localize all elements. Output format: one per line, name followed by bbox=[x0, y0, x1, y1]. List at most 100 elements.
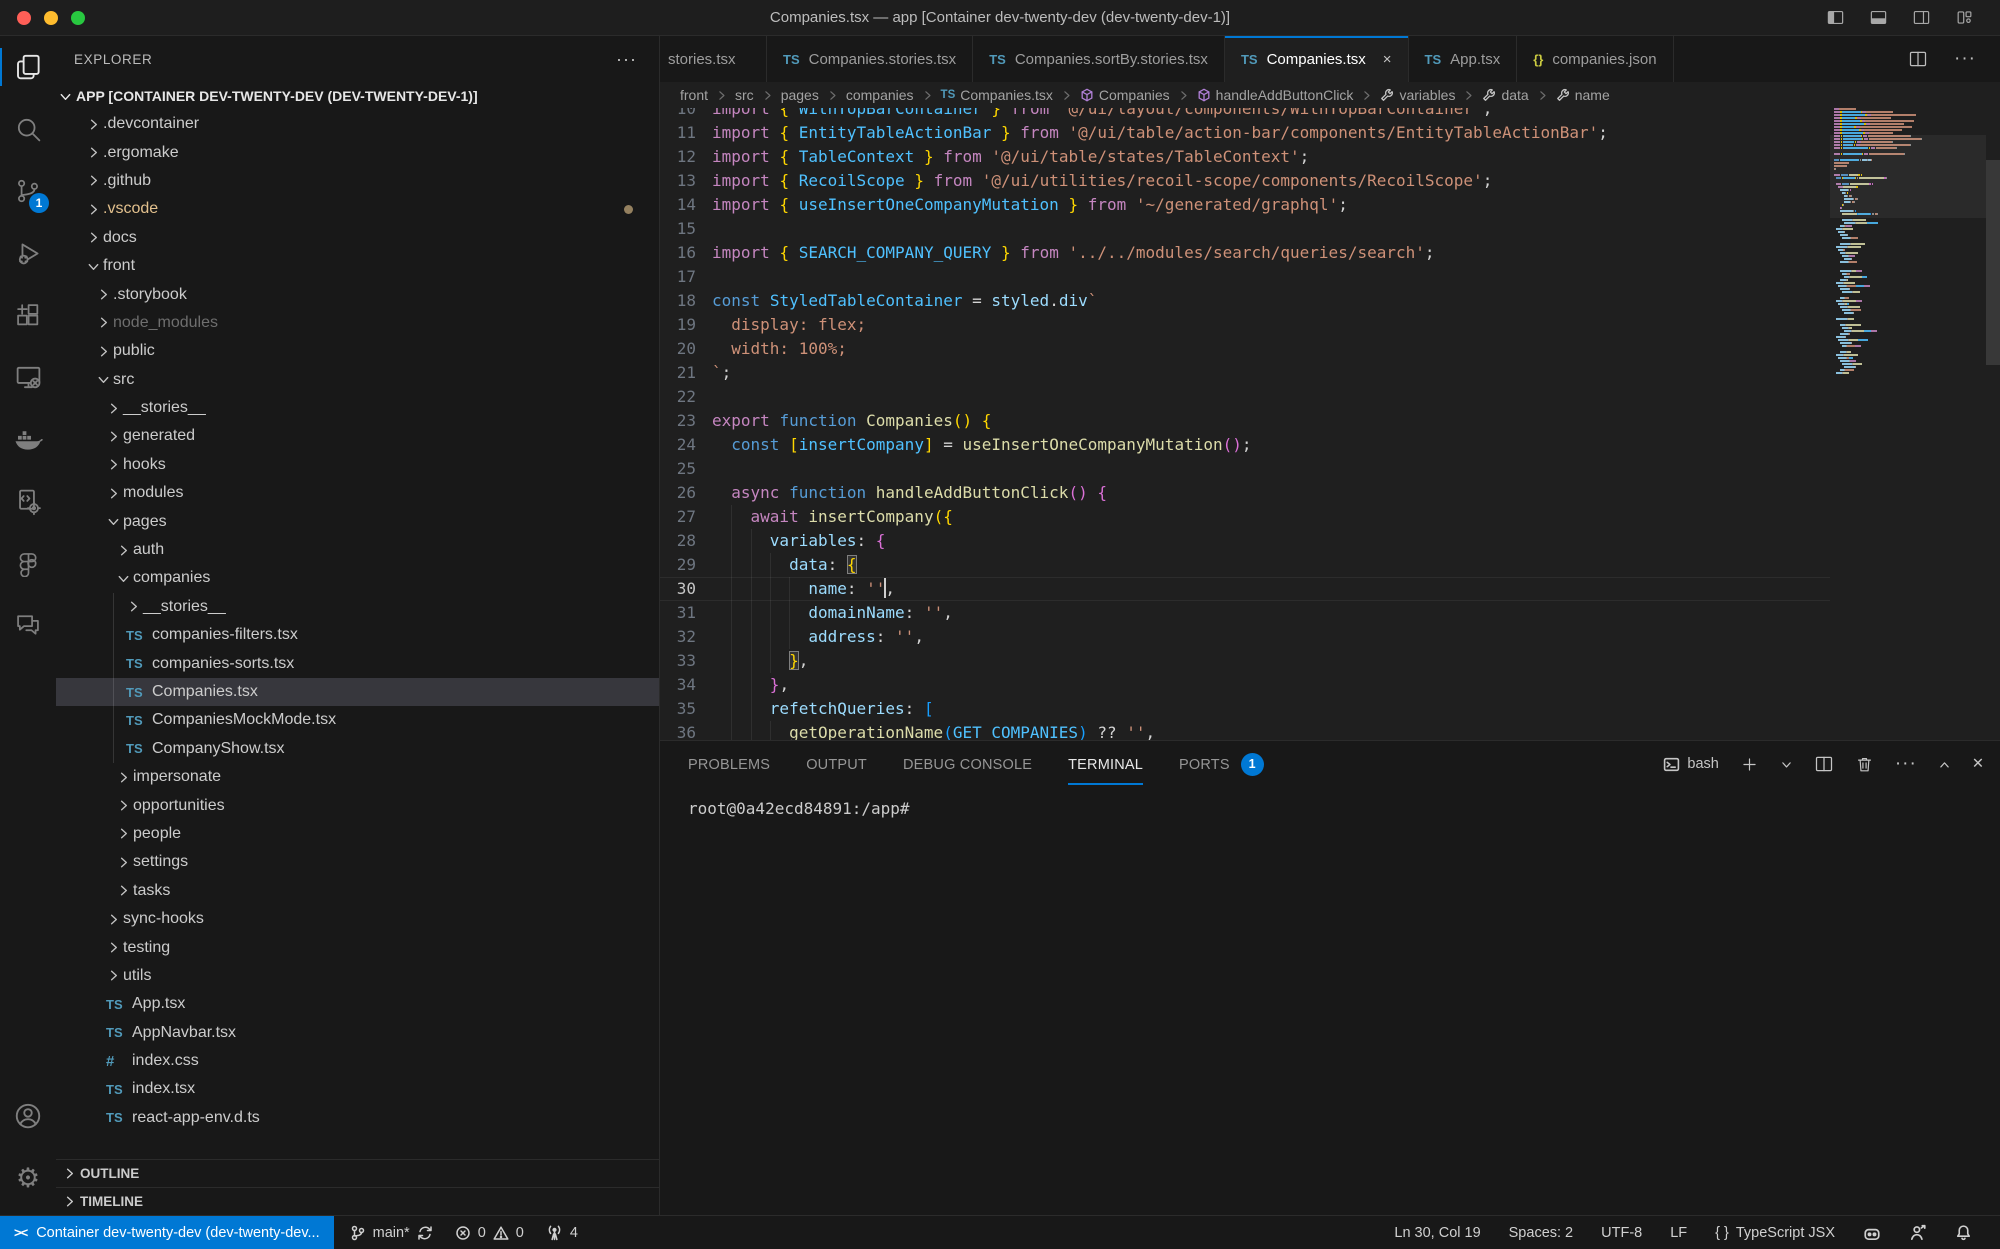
breadcrumb-item-name[interactable]: name bbox=[1556, 87, 1610, 103]
tree-item--ergomake[interactable]: .ergomake bbox=[56, 138, 659, 166]
explorer-section-header[interactable]: APP [CONTAINER DEV-TWENTY-DEV (DEV-TWENT… bbox=[56, 82, 659, 110]
code-line-11[interactable]: 11import { EntityTableActionBar } from '… bbox=[660, 121, 1830, 145]
tree-item-hooks[interactable]: hooks bbox=[56, 451, 659, 479]
tree-item-tasks[interactable]: tasks bbox=[56, 877, 659, 905]
shell-selector[interactable]: bash bbox=[1663, 756, 1718, 773]
tree-item-node-modules[interactable]: node_modules bbox=[56, 309, 659, 337]
encoding-setting[interactable]: UTF-8 bbox=[1601, 1225, 1642, 1241]
tree-item-index-tsx[interactable]: TSindex.tsx bbox=[56, 1075, 659, 1103]
tree-item--devcontainer[interactable]: .devcontainer bbox=[56, 110, 659, 138]
cursor-position[interactable]: Ln 30, Col 19 bbox=[1394, 1225, 1480, 1241]
maximize-panel-icon[interactable] bbox=[1938, 758, 1951, 771]
tree-item-sync-hooks[interactable]: sync-hooks bbox=[56, 905, 659, 933]
breadcrumb-item-data[interactable]: data bbox=[1482, 87, 1528, 103]
tab-companies-tsx[interactable]: TSCompanies.tsx× bbox=[1225, 36, 1409, 82]
tree-item--stories-[interactable]: __stories__ bbox=[56, 593, 659, 621]
eol-setting[interactable]: LF bbox=[1670, 1225, 1687, 1241]
code-line-12[interactable]: 12import { TableContext } from '@/ui/tab… bbox=[660, 145, 1830, 169]
code-line-32[interactable]: 32 address: '', bbox=[660, 625, 1830, 649]
breadcrumb-item-handleaddbuttonclick[interactable]: handleAddButtonClick bbox=[1197, 87, 1354, 103]
terminal-output[interactable]: root@0a42ecd84891:/app# bbox=[660, 787, 2000, 1215]
toggle-secondary-sidebar-icon[interactable] bbox=[1912, 8, 1931, 27]
activitybar-source-control[interactable]: 1 bbox=[0, 160, 56, 222]
minimap-viewport[interactable] bbox=[1830, 135, 1986, 218]
code-line-23[interactable]: 23export function Companies() { bbox=[660, 409, 1830, 433]
tree-item-modules[interactable]: modules bbox=[56, 479, 659, 507]
breadcrumb-item-companies[interactable]: Companies bbox=[1080, 87, 1170, 103]
sidebar-section-timeline[interactable]: TIMELINE bbox=[56, 1187, 659, 1215]
code-line-35[interactable]: 35 refetchQueries: [ bbox=[660, 697, 1830, 721]
tree-item-companies[interactable]: companies bbox=[56, 564, 659, 592]
zoom-window-button[interactable] bbox=[71, 11, 85, 25]
panel-tab-terminal[interactable]: TERMINAL bbox=[1068, 741, 1143, 787]
toggle-primary-sidebar-icon[interactable] bbox=[1826, 8, 1845, 27]
panel-tab-problems[interactable]: PROBLEMS bbox=[688, 741, 770, 787]
panel-tab-output[interactable]: OUTPUT bbox=[806, 741, 867, 787]
tab-companies-sortby-stories-tsx[interactable]: TSCompanies.sortBy.stories.tsx bbox=[973, 36, 1225, 82]
code-line-18[interactable]: 18const StyledTableContainer = styled.di… bbox=[660, 289, 1830, 313]
copilot-icon[interactable] bbox=[1863, 1224, 1881, 1242]
tree-item-testing[interactable]: testing bbox=[56, 933, 659, 961]
language-mode[interactable]: { }TypeScript JSX bbox=[1715, 1225, 1835, 1241]
tree-item-public[interactable]: public bbox=[56, 337, 659, 365]
breadcrumb-item-pages[interactable]: pages bbox=[781, 87, 819, 103]
activitybar-codegen[interactable] bbox=[0, 470, 56, 532]
indent-setting[interactable]: Spaces: 2 bbox=[1509, 1225, 1574, 1241]
tree-item-utils[interactable]: utils bbox=[56, 962, 659, 990]
toggle-panel-icon[interactable] bbox=[1869, 8, 1888, 27]
tree-item-src[interactable]: src bbox=[56, 366, 659, 394]
activitybar-figma[interactable] bbox=[0, 532, 56, 594]
activitybar-remote-explorer[interactable] bbox=[0, 346, 56, 408]
code-line-27[interactable]: 27 await insertCompany({ bbox=[660, 505, 1830, 529]
problems-indicator[interactable]: 00 bbox=[455, 1225, 524, 1241]
minimap[interactable] bbox=[1830, 108, 1986, 740]
code-line-17[interactable]: 17 bbox=[660, 265, 1830, 289]
tree-item-index-css[interactable]: #index.css bbox=[56, 1047, 659, 1075]
code-line-20[interactable]: 20 width: 100%; bbox=[660, 337, 1830, 361]
close-tab-icon[interactable]: × bbox=[1383, 51, 1392, 68]
code-line-25[interactable]: 25 bbox=[660, 457, 1830, 481]
breadcrumb-item-companies-tsx[interactable]: TSCompanies.tsx bbox=[941, 87, 1053, 103]
activitybar-search[interactable] bbox=[0, 98, 56, 160]
tree-item-companies-tsx[interactable]: TSCompanies.tsx bbox=[56, 678, 659, 706]
editor-scrollbar[interactable] bbox=[1986, 160, 2000, 365]
ports-indicator[interactable]: 4 bbox=[546, 1224, 578, 1241]
code-line-31[interactable]: 31 domainName: '', bbox=[660, 601, 1830, 625]
code-line-21[interactable]: 21`; bbox=[660, 361, 1830, 385]
code-line-15[interactable]: 15 bbox=[660, 217, 1830, 241]
editor-more-actions-icon[interactable]: ··· bbox=[1954, 48, 1976, 70]
tree-item--vscode[interactable]: .vscode bbox=[56, 195, 659, 223]
feedback-icon[interactable] bbox=[1909, 1224, 1927, 1242]
explorer-more-actions-icon[interactable]: ··· bbox=[616, 49, 637, 70]
activitybar-docker[interactable] bbox=[0, 408, 56, 470]
code-line-13[interactable]: 13import { RecoilScope } from '@/ui/util… bbox=[660, 169, 1830, 193]
close-panel-icon[interactable]: ✕ bbox=[1972, 756, 1984, 772]
tab-app-tsx[interactable]: TSApp.tsx bbox=[1409, 36, 1518, 82]
tree-item--storybook[interactable]: .storybook bbox=[56, 280, 659, 308]
activitybar-run-debug[interactable] bbox=[0, 222, 56, 284]
tab-companies-stories-tsx[interactable]: TSCompanies.stories.tsx bbox=[767, 36, 973, 82]
tab-stories-tsx[interactable]: stories.tsx bbox=[660, 36, 767, 82]
code-line-10[interactable]: 10import { WithTopBarContainer } from '@… bbox=[660, 108, 1830, 121]
tree-item-companies-filters-tsx[interactable]: TScompanies-filters.tsx bbox=[56, 621, 659, 649]
tree-item--stories-[interactable]: __stories__ bbox=[56, 394, 659, 422]
sidebar-section-outline[interactable]: OUTLINE bbox=[56, 1159, 659, 1187]
tree-item-companiesmockmode-tsx[interactable]: TSCompaniesMockMode.tsx bbox=[56, 706, 659, 734]
branch-indicator[interactable]: main* bbox=[350, 1225, 433, 1241]
activitybar-extensions[interactable] bbox=[0, 284, 56, 346]
breadcrumb-item-variables[interactable]: variables bbox=[1380, 87, 1455, 103]
tree-item-app-tsx[interactable]: TSApp.tsx bbox=[56, 990, 659, 1018]
tree-item-front[interactable]: front bbox=[56, 252, 659, 280]
panel-tab-ports[interactable]: PORTS1 bbox=[1179, 741, 1264, 787]
tree-item-impersonate[interactable]: impersonate bbox=[56, 763, 659, 791]
code-line-19[interactable]: 19 display: flex; bbox=[660, 313, 1830, 337]
code-editor[interactable]: 10import { WithTopBarContainer } from '@… bbox=[660, 108, 2000, 740]
tree-item-react-app-env-d-ts[interactable]: TSreact-app-env.d.ts bbox=[56, 1104, 659, 1132]
kill-terminal-icon[interactable] bbox=[1855, 755, 1874, 774]
split-terminal-icon[interactable] bbox=[1814, 754, 1834, 774]
split-editor-icon[interactable] bbox=[1908, 49, 1928, 69]
code-line-34[interactable]: 34 }, bbox=[660, 673, 1830, 697]
terminal-dropdown-icon[interactable] bbox=[1780, 758, 1793, 771]
tree-item-companyshow-tsx[interactable]: TSCompanyShow.tsx bbox=[56, 735, 659, 763]
tree-item-generated[interactable]: generated bbox=[56, 422, 659, 450]
